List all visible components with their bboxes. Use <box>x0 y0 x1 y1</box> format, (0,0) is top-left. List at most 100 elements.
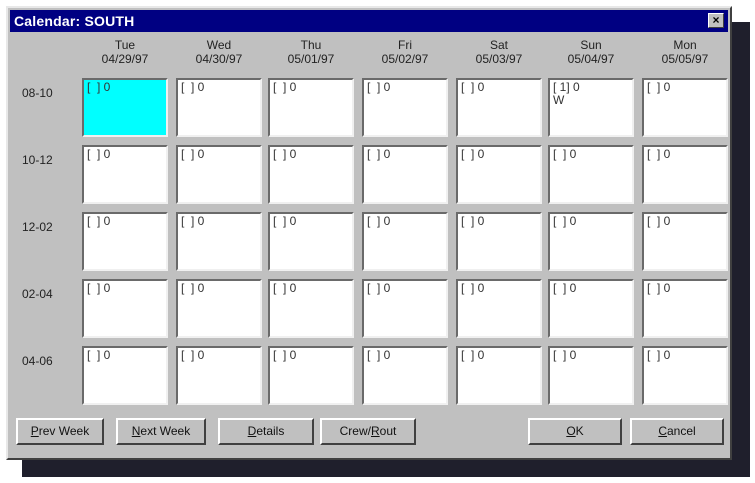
close-icon: × <box>712 13 720 27</box>
schedule-cell[interactable]: [ ] 0 <box>548 279 634 338</box>
schedule-cell[interactable]: [ ] 0 <box>362 78 448 137</box>
calendar-dialog: Calendar: SOUTH × Tue 04/29/97 Wed 04/30/97… <box>6 6 732 460</box>
schedule-cell-text: [ ] 0 <box>273 147 297 161</box>
day-header: Fri 05/02/97 <box>362 38 448 66</box>
schedule-cell[interactable]: [ ] 0 <box>176 346 262 405</box>
schedule-cell[interactable]: [ ] 0 <box>456 78 542 137</box>
schedule-cell[interactable]: [ ] 0 <box>82 212 168 271</box>
day-header: Tue 04/29/97 <box>82 38 168 66</box>
day-header: Mon 05/05/97 <box>642 38 728 66</box>
day-date: 04/30/97 <box>195 52 243 66</box>
schedule-cell[interactable]: [ ] 0 <box>82 78 168 137</box>
schedule-cell[interactable]: [ ] 0 <box>456 279 542 338</box>
time-slot-label: 04-06 <box>22 354 53 368</box>
schedule-cell[interactable]: [ ] 0 <box>82 279 168 338</box>
schedule-cell-text: [ ] 0 <box>461 147 485 161</box>
schedule-cell[interactable]: [ ] 0 <box>176 145 262 204</box>
schedule-cell[interactable]: [ ] 0 <box>268 279 354 338</box>
next-week-button[interactable]: Next Week <box>116 418 206 445</box>
schedule-cell[interactable]: [ 1] 0 W <box>548 78 634 137</box>
schedule-cell-text: [ ] 0 <box>367 214 391 228</box>
schedule-cell-text: [ ] 0 <box>181 147 205 161</box>
schedule-cell[interactable]: [ ] 0 <box>82 346 168 405</box>
ok-button[interactable]: OK <box>528 418 622 445</box>
schedule-cell-text: [ ] 0 <box>181 348 205 362</box>
day-name: Wed <box>206 38 232 52</box>
day-header: Wed 04/30/97 <box>176 38 262 66</box>
time-slot-label: 10-12 <box>22 153 53 167</box>
day-name: Sun <box>580 38 602 52</box>
schedule-cell[interactable]: [ ] 0 <box>642 279 728 338</box>
schedule-cell[interactable]: [ ] 0 <box>456 212 542 271</box>
day-date: 05/02/97 <box>381 52 429 66</box>
schedule-cell[interactable]: [ ] 0 <box>642 78 728 137</box>
close-button[interactable]: × <box>708 13 724 28</box>
schedule-cell-text: [ ] 0 <box>461 281 485 295</box>
day-header: Sun 05/04/97 <box>548 38 634 66</box>
schedule-cell-text: [ ] 0 <box>647 147 671 161</box>
schedule-cell-text: [ ] 0 <box>273 80 297 94</box>
schedule-cell-text: [ ] 0 <box>461 214 485 228</box>
schedule-cell[interactable]: [ ] 0 <box>362 279 448 338</box>
time-slot-label: 02-04 <box>22 287 53 301</box>
schedule-cell-text: [ ] 0 <box>461 348 485 362</box>
schedule-cell[interactable]: [ ] 0 <box>176 78 262 137</box>
schedule-cell-text: [ ] 0 <box>367 147 391 161</box>
day-name: Mon <box>673 38 697 52</box>
schedule-cell-text: [ ] 0 <box>181 214 205 228</box>
schedule-cell-text: [ ] 0 <box>553 348 577 362</box>
schedule-cell-text: [ ] 0 <box>553 214 577 228</box>
schedule-cell[interactable]: [ ] 0 <box>362 145 448 204</box>
day-name: Sat <box>489 38 508 52</box>
schedule-cell[interactable]: [ ] 0 <box>548 145 634 204</box>
schedule-cell-text: [ ] 0 <box>367 80 391 94</box>
crew-rout-button[interactable]: Crew/Rout <box>320 418 416 445</box>
window-title: Calendar: SOUTH <box>14 13 135 29</box>
schedule-cell-text: [ ] 0 <box>87 214 111 228</box>
schedule-cell[interactable]: [ ] 0 <box>548 212 634 271</box>
schedule-cell-text: [ ] 0 <box>367 281 391 295</box>
schedule-cell-text: [ ] 0 <box>87 147 111 161</box>
schedule-cell[interactable]: [ ] 0 <box>456 346 542 405</box>
prev-week-button[interactable]: Prev Week <box>16 418 104 445</box>
schedule-cell-text: [ ] 0 <box>553 147 577 161</box>
day-header: Sat 05/03/97 <box>456 38 542 66</box>
schedule-cell[interactable]: [ ] 0 <box>176 279 262 338</box>
schedule-cell[interactable]: [ ] 0 <box>362 346 448 405</box>
schedule-cell[interactable]: [ ] 0 <box>456 145 542 204</box>
schedule-cell[interactable]: [ ] 0 <box>176 212 262 271</box>
cancel-button[interactable]: Cancel <box>630 418 724 445</box>
title-bar[interactable]: Calendar: SOUTH × <box>10 10 728 32</box>
day-name: Thu <box>300 38 322 52</box>
details-button[interactable]: Details <box>218 418 314 445</box>
schedule-cell[interactable]: [ ] 0 <box>268 212 354 271</box>
day-date: 05/04/97 <box>567 52 615 66</box>
schedule-cell-text: [ ] 0 <box>647 348 671 362</box>
schedule-cell[interactable]: [ ] 0 <box>642 346 728 405</box>
schedule-cell[interactable]: [ ] 0 <box>268 78 354 137</box>
schedule-cell-text: [ ] 0 <box>553 281 577 295</box>
time-slot-label: 08-10 <box>22 86 53 100</box>
time-slot-label: 12-02 <box>22 220 53 234</box>
schedule-cell-text: [ 1] 0 W <box>553 80 580 107</box>
schedule-cell-text: [ ] 0 <box>181 281 205 295</box>
schedule-cell[interactable]: [ ] 0 <box>548 346 634 405</box>
schedule-cell[interactable]: [ ] 0 <box>268 346 354 405</box>
day-date: 05/01/97 <box>287 52 335 66</box>
schedule-cell-text: [ ] 0 <box>647 281 671 295</box>
schedule-cell[interactable]: [ ] 0 <box>82 145 168 204</box>
schedule-cell-text: [ ] 0 <box>461 80 485 94</box>
schedule-cell-text: [ ] 0 <box>87 80 111 94</box>
schedule-cell-text: [ ] 0 <box>273 348 297 362</box>
schedule-cell-text: [ ] 0 <box>367 348 391 362</box>
day-date: 04/29/97 <box>101 52 149 66</box>
day-name: Fri <box>398 38 412 52</box>
schedule-cell[interactable]: [ ] 0 <box>362 212 448 271</box>
schedule-cell-text: [ ] 0 <box>87 281 111 295</box>
day-date: 05/03/97 <box>475 52 523 66</box>
schedule-cell-text: [ ] 0 <box>87 348 111 362</box>
schedule-cell[interactable]: [ ] 0 <box>268 145 354 204</box>
schedule-cell[interactable]: [ ] 0 <box>642 212 728 271</box>
schedule-cell[interactable]: [ ] 0 <box>642 145 728 204</box>
schedule-cell-text: [ ] 0 <box>273 281 297 295</box>
